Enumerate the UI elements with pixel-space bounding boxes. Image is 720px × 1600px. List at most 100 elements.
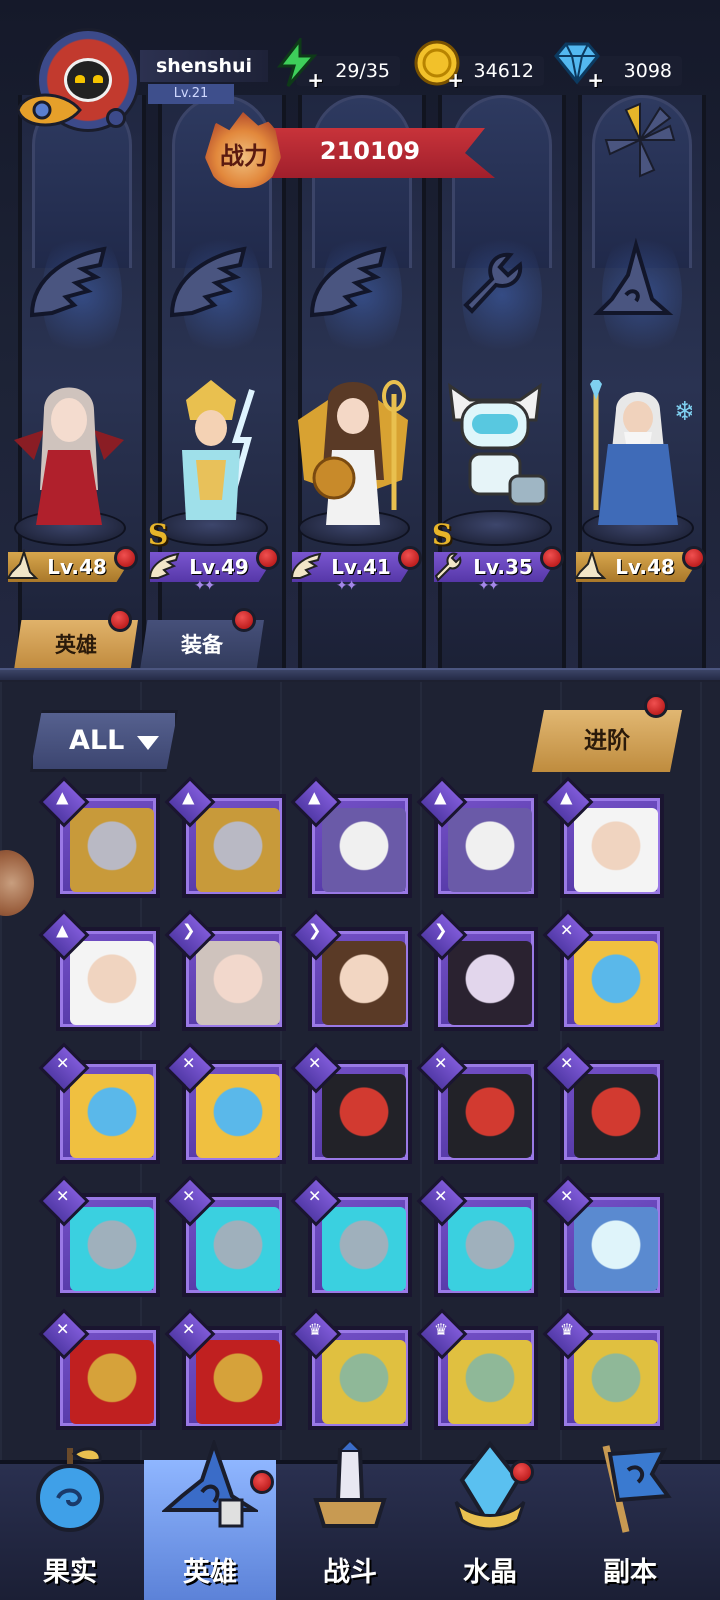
- hero-slot-5[interactable]: ❄ Lv.48: [572, 380, 706, 600]
- nav-battle[interactable]: 战斗: [280, 1440, 420, 1600]
- svg-text:❄: ❄: [674, 397, 692, 427]
- mage-hat-icon: [572, 548, 608, 584]
- notification-dot: [510, 1460, 534, 1484]
- hero-card[interactable]: ❯: [416, 909, 538, 1031]
- nav-label: 副本: [603, 1557, 657, 1588]
- nav-fruit[interactable]: 果实: [0, 1440, 140, 1600]
- hero-card[interactable]: ❯: [290, 909, 412, 1031]
- hero-card[interactable]: ♛: [290, 1308, 412, 1430]
- hero-card[interactable]: ▲: [542, 776, 664, 898]
- combat-power-banner: 战力 210109: [205, 108, 500, 190]
- wing-icon: [22, 230, 112, 340]
- crystal-icon: [454, 1440, 526, 1531]
- nun-portrait: [448, 808, 532, 892]
- hero-card[interactable]: ✕: [290, 1042, 412, 1164]
- energy-value: 29/35: [335, 60, 390, 82]
- nun-portrait: [322, 808, 406, 892]
- nav-dungeon[interactable]: 副本: [560, 1440, 700, 1600]
- mage-hat-icon: [4, 548, 40, 584]
- nav-label: 果实: [43, 1557, 97, 1588]
- diver-robot-portrait: [322, 1074, 406, 1158]
- avatar-decor: [106, 108, 126, 128]
- hero-card[interactable]: ✕: [164, 1175, 286, 1297]
- wing-icon: [146, 548, 182, 584]
- hero-card[interactable]: ▲: [416, 776, 538, 898]
- hero-card[interactable]: ✕: [542, 909, 664, 1031]
- hero-old-wizard: ❄: [590, 380, 692, 525]
- knight-portrait: [70, 808, 154, 892]
- hero-slot-3[interactable]: Lv.41 ✦✦: [288, 380, 422, 600]
- fish-robot-portrait: [196, 1074, 280, 1158]
- wing-icon: [302, 230, 392, 340]
- hero-card[interactable]: ✕: [38, 1308, 160, 1430]
- rank-s-badge: S: [432, 518, 453, 551]
- nav-crystal[interactable]: 水晶: [420, 1440, 560, 1600]
- nav-label: 战斗: [323, 1557, 377, 1588]
- advance-button[interactable]: 进阶: [532, 710, 682, 772]
- hero-hat-icon: [162, 1440, 258, 1528]
- gold-value: 34612: [473, 60, 534, 82]
- filter-selected: ALL: [69, 725, 125, 756]
- hero-card[interactable]: ▲: [38, 776, 160, 898]
- hero-card[interactable]: ✕: [542, 1042, 664, 1164]
- avatar-face: [64, 58, 112, 102]
- hero-card[interactable]: ✕: [38, 1042, 160, 1164]
- nav-heroes[interactable]: 英雄: [140, 1440, 280, 1600]
- power-value: 210109: [319, 137, 421, 165]
- hero-card[interactable]: ♛: [542, 1308, 664, 1430]
- hero-card[interactable]: ✕: [38, 1175, 160, 1297]
- player-avatar[interactable]: [14, 18, 144, 146]
- hero-zeus-warrior: [182, 380, 255, 520]
- player-info: shenshui Lv.21: [140, 50, 268, 106]
- green-queen-portrait: [448, 1340, 532, 1424]
- gold-coin-icon[interactable]: +: [412, 38, 464, 92]
- hero-slot-4[interactable]: S Lv.35 ✦✦: [430, 380, 564, 600]
- hero-card[interactable]: ✕: [542, 1175, 664, 1297]
- fan-menu-icon[interactable]: [600, 100, 680, 180]
- hero-slot-2[interactable]: S Lv.49 ✦✦: [146, 380, 280, 600]
- wrench-icon: [446, 230, 536, 340]
- hero-card[interactable]: ▲: [164, 776, 286, 898]
- diamond-icon[interactable]: +: [552, 38, 604, 92]
- hero-goddess: [298, 380, 408, 525]
- energy-icon[interactable]: +: [272, 35, 324, 92]
- diamond-value: 3098: [623, 60, 672, 82]
- hero-card[interactable]: ✕: [164, 1308, 286, 1430]
- hero-card[interactable]: ✕: [416, 1042, 538, 1164]
- fruit-icon: [36, 1447, 104, 1532]
- panel-divider: [0, 668, 720, 680]
- notification-dot: [540, 546, 564, 570]
- hero-card[interactable]: ✕: [164, 1042, 286, 1164]
- hero-level: Lv.41: [331, 555, 391, 579]
- hero-level: Lv.48: [615, 555, 675, 579]
- nav-label: 水晶: [463, 1557, 517, 1588]
- hero-card[interactable]: ▲: [290, 776, 412, 898]
- visor-robot-portrait: [322, 1207, 406, 1291]
- visor-robot-portrait: [70, 1207, 154, 1291]
- ghost-capsule-portrait: [574, 1207, 658, 1291]
- notification-dot: [398, 546, 422, 570]
- notification-dot: [256, 546, 280, 570]
- hero-card[interactable]: ♛: [416, 1308, 538, 1430]
- hero-visor-robot: [448, 382, 548, 506]
- power-label: 战力: [220, 142, 268, 170]
- notification-dot: [682, 546, 706, 570]
- old-wizard-portrait: [70, 941, 154, 1025]
- hero-card[interactable]: ✕: [290, 1175, 412, 1297]
- hero-card[interactable]: ▲: [38, 909, 160, 1031]
- hero-level: Lv.48: [47, 555, 107, 579]
- player-level: Lv.21: [148, 84, 234, 104]
- notification-dot: [250, 1470, 274, 1494]
- fish-robot-portrait: [70, 1074, 154, 1158]
- hero-slot-1[interactable]: Lv.48: [4, 380, 138, 600]
- player-name: shenshui: [140, 50, 268, 82]
- mage-hat-icon: [588, 230, 678, 340]
- fish-robot-portrait: [574, 941, 658, 1025]
- knight-portrait: [196, 808, 280, 892]
- hero-card[interactable]: ✕: [416, 1175, 538, 1297]
- notification-dot: [232, 608, 256, 632]
- cyclops-robot-portrait: [196, 1340, 280, 1424]
- filter-dropdown[interactable]: ALL: [30, 710, 178, 772]
- green-queen-portrait: [322, 1340, 406, 1424]
- hero-card[interactable]: ❯: [164, 909, 286, 1031]
